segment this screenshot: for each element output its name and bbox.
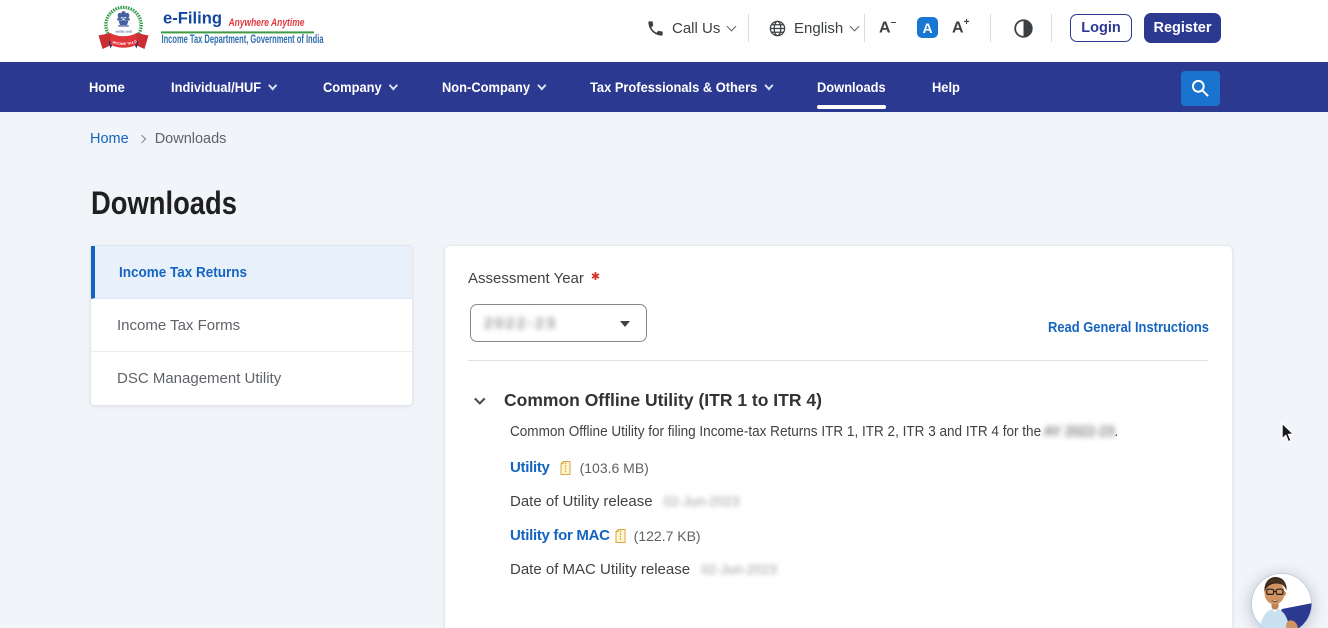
svg-text:e-Filing: e-Filing <box>163 8 222 27</box>
svg-text:Income Tax Department, Governm: Income Tax Department, Government of Ind… <box>162 32 324 46</box>
svg-text:Anywhere Anytime: Anywhere Anytime <box>228 17 305 29</box>
svg-text:सत्यमेव जयते: सत्यमेव जयते <box>115 29 132 34</box>
